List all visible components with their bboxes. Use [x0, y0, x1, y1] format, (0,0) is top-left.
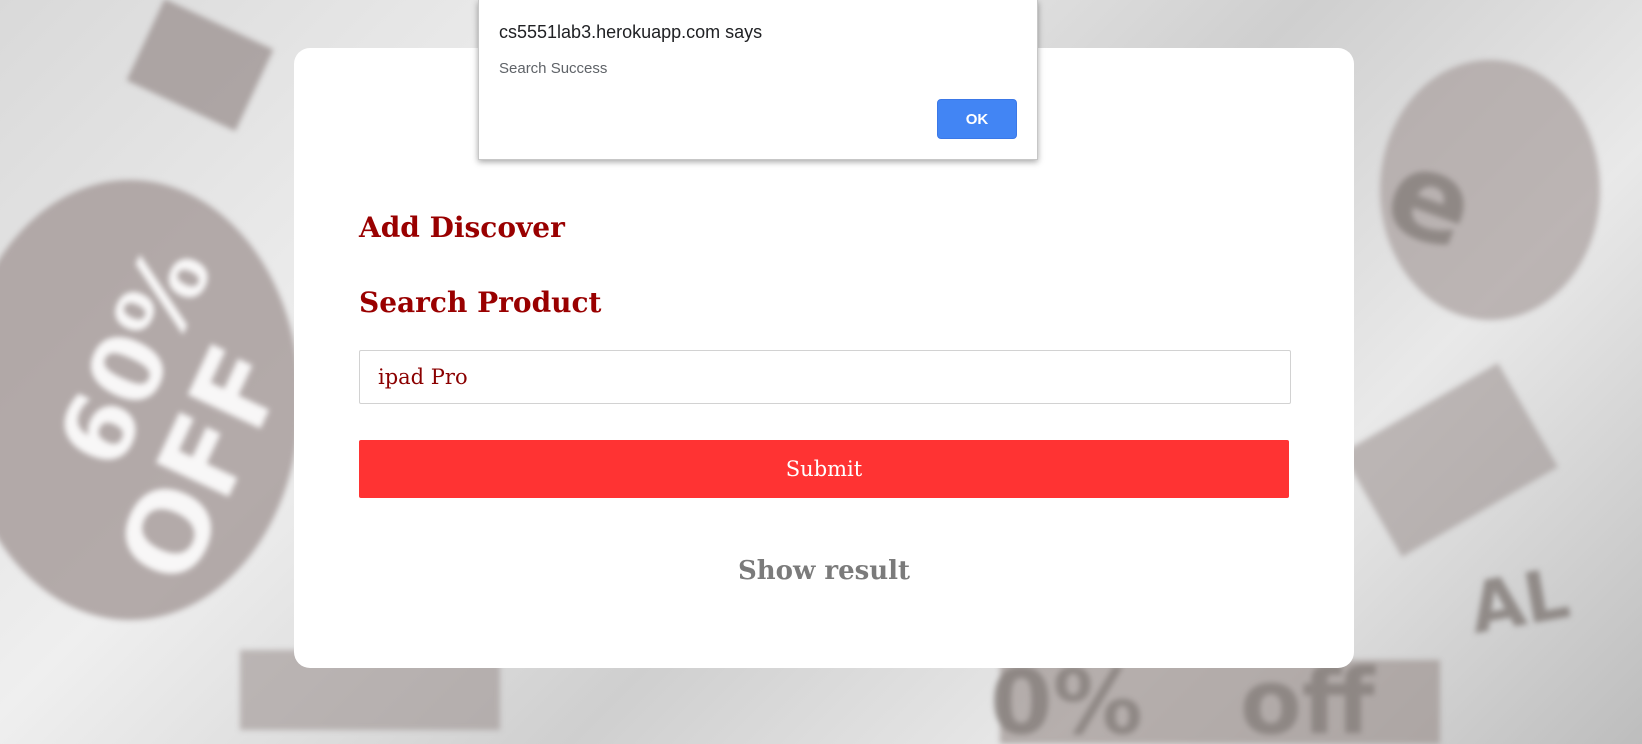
submit-button[interactable]: Submit	[359, 440, 1289, 498]
alert-dialog: cs5551lab3.herokuapp.com says Search Suc…	[478, 0, 1038, 160]
show-result-link[interactable]: Show result	[359, 556, 1289, 586]
search-product-title: Search Product	[359, 286, 602, 319]
background-shape	[126, 0, 274, 132]
page: 60% OFF 0% off e AL r Add Discover Searc…	[0, 0, 1642, 744]
alert-ok-button[interactable]: OK	[937, 99, 1017, 139]
search-product-input[interactable]	[359, 350, 1291, 404]
background-shape	[1342, 363, 1558, 557]
add-discover-title[interactable]: Add Discover	[359, 214, 565, 242]
background-text: AL	[1463, 552, 1576, 650]
alert-title: cs5551lab3.herokuapp.com says	[499, 22, 763, 42]
alert-message: Search Success	[499, 60, 608, 77]
